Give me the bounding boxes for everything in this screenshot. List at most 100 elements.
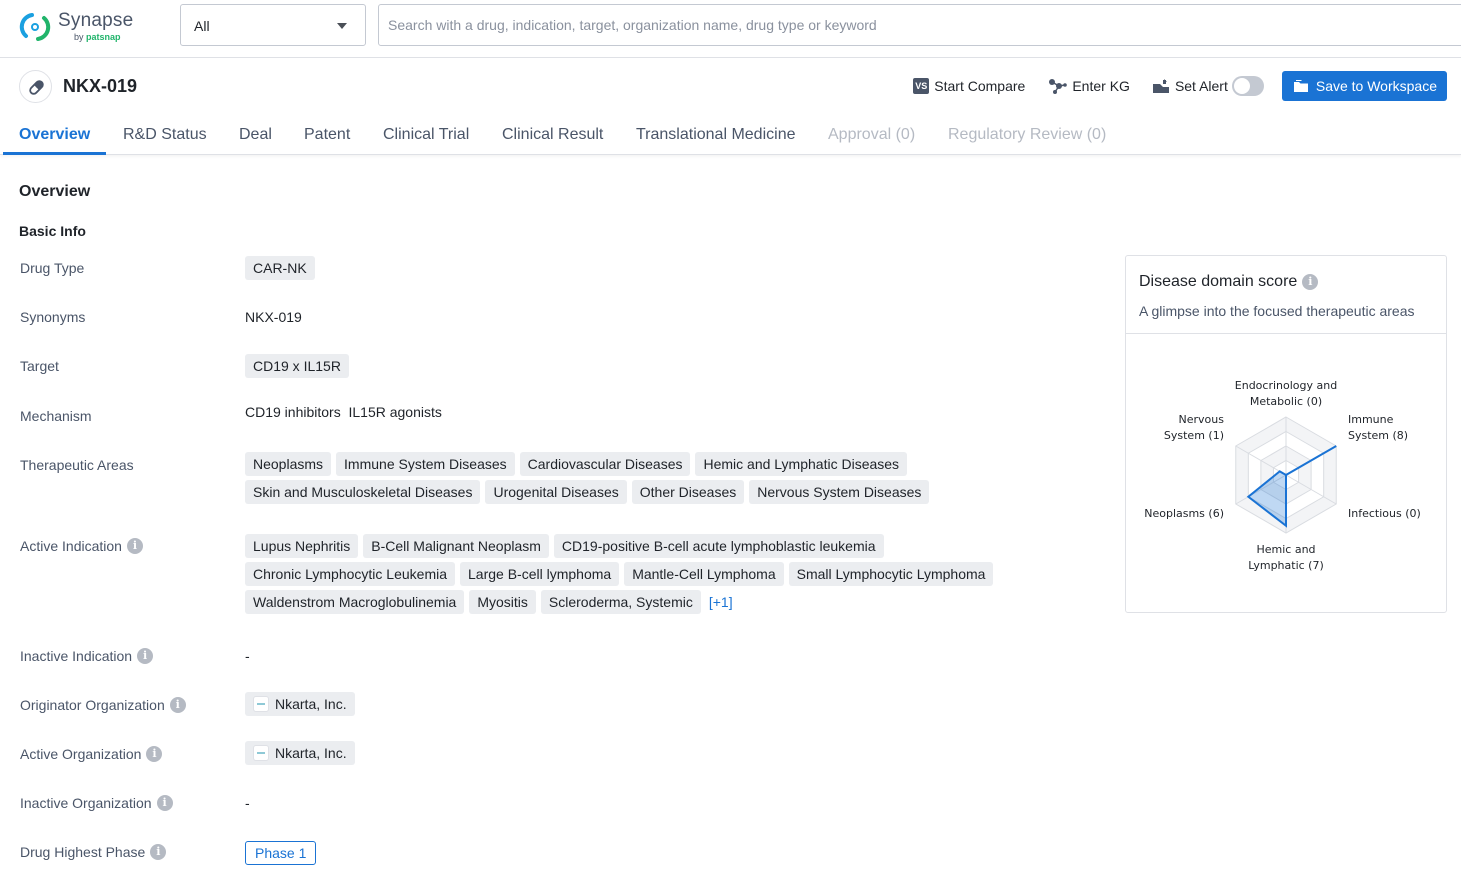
indication-tag[interactable]: Myositis [469,590,536,614]
indication-tag[interactable]: Large B-cell lymphoma [460,562,620,586]
search-box[interactable] [378,4,1461,46]
section-title: Overview [19,183,91,200]
radar-axis-label: Immune System (8) [1348,413,1408,442]
radar-axis-label: Neoplasms (6) [1144,507,1224,520]
tab-clinical-trial[interactable]: Clinical Trial [383,126,469,144]
disease-domain-subtitle: A glimpse into the focused therapeutic a… [1139,303,1415,319]
organization-logo-icon [253,745,269,761]
tab-overview[interactable]: Overview [19,126,90,144]
organization-logo-icon [253,696,269,712]
info-icon[interactable]: i [169,697,186,713]
info-icon[interactable]: i [156,795,173,811]
indication-tag[interactable]: B-Cell Malignant Neoplasm [363,534,549,558]
show-more-indications-link[interactable]: [+1] [709,590,733,618]
tab-approval: Approval (0) [828,126,916,143]
therapeutic-area-tag[interactable]: Skin and Musculoskeletal Diseases [245,480,481,504]
start-compare-label: Start Compare [934,78,1026,94]
logo-brand: Synapse [58,10,134,31]
set-alert-toggle[interactable] [1231,76,1264,96]
info-icon[interactable]: i [146,746,163,762]
compare-vs-icon: VS [913,78,930,94]
drug-type-value: CAR-NK [245,256,320,284]
tab-rd-status[interactable]: R&D Status [123,126,207,144]
tab-clinical-result[interactable]: Clinical Result [502,126,603,144]
info-icon[interactable]: i [1302,274,1319,290]
info-icon[interactable]: i [126,538,143,554]
active-indication-list: Lupus Nephritis B-Cell Malignant Neoplas… [245,534,1005,618]
highest-phase-label: Drug Highest Phase i [20,844,167,860]
tab-translational-medicine[interactable]: Translational Medicine [636,126,795,144]
active-org-value: Nkarta, Inc. [245,741,355,765]
drug-type-label: Drug Type [20,260,85,276]
inactive-org-label: Inactive Organization i [20,795,173,811]
inactive-indication-value: - [245,648,250,664]
active-indication-label: Active Indication i [20,538,143,554]
therapeutic-area-tag[interactable]: Nervous System Diseases [749,480,930,504]
radar-axis-label: Hemic and Lymphatic (7) [1248,543,1324,572]
therapeutic-area-tag[interactable]: Neoplasms [245,452,332,476]
tab-patent[interactable]: Patent [304,126,350,144]
target-tag[interactable]: CD19 x IL15R [245,354,349,378]
indication-tag[interactable]: Chronic Lymphocytic Leukemia [245,562,456,586]
tab-deal[interactable]: Deal [239,126,272,144]
knowledge-graph-icon [1047,77,1068,95]
drug-header: NKX-019 VS Start Compare Enter KG Set Al… [0,58,1461,116]
originator-org-label: Originator Organization i [20,697,186,713]
synapse-logo[interactable]: Synapse by patsnap [18,9,138,45]
organization-tag[interactable]: Nkarta, Inc. [245,692,355,716]
disease-domain-title: Disease domain score i [1139,273,1319,291]
indication-tag[interactable]: Lupus Nephritis [245,534,359,558]
therapeutic-area-tag[interactable]: Immune System Diseases [336,452,515,476]
info-icon[interactable]: i [137,648,154,664]
therapeutic-area-tag[interactable]: Urogenital Diseases [485,480,627,504]
inactive-indication-label: Inactive Indication i [20,648,154,664]
disease-domain-radar-chart: Endocrinology and Metabolic (0) Immune Syst… [1144,379,1421,572]
disease-domain-card: Disease domain score i A glimpse into the… [1125,255,1447,613]
tab-regulatory-review: Regulatory Review (0) [948,126,1107,143]
inactive-org-value: - [245,795,250,811]
radar-axis-label: Endocrinology and Metabolic (0) [1235,379,1337,408]
search-input[interactable] [379,5,1461,45]
folder-icon [1293,80,1308,92]
drug-actions: VS Start Compare Enter KG Set Alert Save… [913,71,1447,101]
synonyms-value: NKX-019 [245,309,302,325]
active-tab-indicator [3,152,106,155]
highest-phase-value: Phase 1 [245,841,317,865]
organization-tag[interactable]: Nkarta, Inc. [245,741,355,765]
top-bar: Synapse by patsnap All [0,0,1461,58]
therapeutic-areas-list: Neoplasms Immune System Diseases Cardiov… [245,452,945,508]
set-alert-label: Set Alert [1174,78,1228,94]
therapeutic-area-tag[interactable]: Other Diseases [631,480,745,504]
indication-tag[interactable]: Mantle-Cell Lymphoma [624,562,784,586]
caret-down-icon [337,23,347,29]
info-icon[interactable]: i [150,844,167,860]
drug-pill-icon [19,70,52,103]
save-to-workspace-label: Save to Workspace [1315,78,1437,94]
drug-name-title: NKX-019 [63,76,138,96]
alert-bell-icon [1152,78,1170,94]
set-alert-control[interactable]: Set Alert [1152,76,1264,96]
start-compare-button[interactable]: VS Start Compare [913,78,1025,94]
search-scope-select[interactable]: All [180,4,366,46]
indication-tag[interactable]: CD19-positive B-cell acute lymphoblastic… [553,534,884,558]
indication-tag[interactable]: Scleroderma, Systemic [540,590,701,614]
enter-kg-button[interactable]: Enter KG [1047,77,1130,95]
therapeutic-areas-label: Therapeutic Areas [20,457,134,473]
target-label: Target [20,358,59,374]
enter-kg-label: Enter KG [1072,78,1130,94]
search-scope-value: All [194,18,210,34]
radar-axis-label: Infectious (0) [1348,507,1421,520]
mechanism-value: CD19 inhibitors IL15R agonists [245,404,442,420]
indication-tag[interactable]: Small Lymphocytic Lymphoma [788,562,994,586]
save-to-workspace-button[interactable]: Save to Workspace [1281,71,1447,101]
active-org-label: Active Organization i [20,746,163,762]
synapse-logo-icon [19,13,51,41]
therapeutic-area-tag[interactable]: Hemic and Lymphatic Diseases [695,452,908,476]
tab-bar: Overview R&D Status Deal Patent Clinical… [0,116,1461,155]
mechanism-label: Mechanism [20,408,92,424]
originator-org-value: Nkarta, Inc. [245,692,355,716]
drug-type-tag[interactable]: CAR-NK [245,256,315,280]
therapeutic-area-tag[interactable]: Cardiovascular Diseases [519,452,691,476]
indication-tag[interactable]: Waldenstrom Macroglobulinemia [245,590,465,614]
disease-domain-header: Disease domain score i A glimpse into the… [1126,256,1446,334]
